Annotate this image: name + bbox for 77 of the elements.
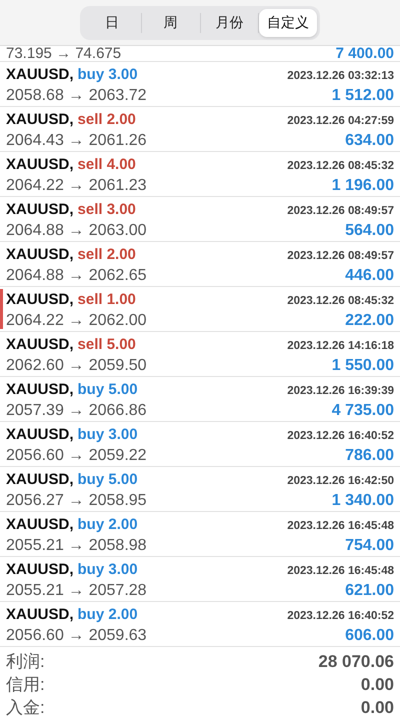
symbol: XAUUSD, bbox=[6, 65, 74, 85]
symbol: XAUUSD, bbox=[6, 155, 74, 175]
price-range: 2058.68 → 2063.72 bbox=[6, 86, 147, 106]
trade-volume: buy 3.00 bbox=[78, 65, 138, 85]
profit-value: 634.00 bbox=[345, 131, 394, 151]
symbol: XAUUSD, bbox=[6, 290, 74, 310]
trade-volume: buy 5.00 bbox=[78, 470, 138, 490]
trade-time: 2023.12.26 16:42:50 bbox=[287, 474, 394, 489]
trade-volume: buy 2.00 bbox=[78, 605, 138, 625]
trade-time: 2023.12.26 08:49:57 bbox=[287, 249, 394, 264]
summary-label: 利润: bbox=[6, 650, 45, 673]
profit-value: 754.00 bbox=[345, 536, 394, 556]
trade-volume: sell 2.00 bbox=[78, 110, 136, 130]
symbol: XAUUSD, bbox=[6, 245, 74, 265]
profit-value: 1 196.00 bbox=[332, 176, 394, 196]
profit-value: 446.00 bbox=[345, 266, 394, 286]
summary-value: 0.00 bbox=[360, 674, 394, 696]
symbol: XAUUSD, bbox=[6, 560, 74, 580]
trade-time: 2023.12.26 16:45:48 bbox=[287, 564, 394, 579]
trade-time: 2023.12.26 08:45:32 bbox=[287, 159, 394, 174]
trade-time: 2023.12.26 08:49:57 bbox=[287, 204, 394, 219]
profit-value: 606.00 bbox=[345, 626, 394, 646]
symbol: XAUUSD, bbox=[6, 110, 74, 130]
profit-value: 7 400.00 bbox=[336, 46, 394, 61]
profit-value: 1 512.00 bbox=[332, 86, 394, 106]
symbol: XAUUSD, bbox=[6, 380, 74, 400]
trade-time: 2023.12.26 14:16:18 bbox=[287, 339, 394, 354]
price-range: 2055.21 → 2057.28 bbox=[6, 581, 147, 601]
trade-volume: buy 3.00 bbox=[78, 425, 138, 445]
profit-value: 222.00 bbox=[345, 311, 394, 331]
summary-label: 信用: bbox=[6, 674, 45, 696]
price-range: 2064.88 → 2062.65 bbox=[6, 266, 147, 286]
symbol: XAUUSD, bbox=[6, 605, 74, 625]
trade-volume: sell 3.00 bbox=[78, 200, 136, 220]
period-tab[interactable]: 自定义 bbox=[259, 8, 317, 36]
price-range: 2064.22 → 2062.00 bbox=[6, 311, 147, 331]
trade-time: 2023.12.26 16:39:39 bbox=[287, 384, 394, 399]
price-range: 2064.22 → 2061.23 bbox=[6, 176, 147, 196]
profit-value: 621.00 bbox=[345, 581, 394, 601]
price-range: 2064.88 → 2063.00 bbox=[6, 221, 147, 241]
price-range: 73.195 → 74.675 bbox=[6, 46, 122, 61]
trade-time: 2023.12.26 03:32:13 bbox=[287, 69, 394, 84]
period-tab[interactable]: 周 bbox=[142, 8, 200, 36]
price-range: 2057.39 → 2066.86 bbox=[6, 401, 147, 421]
trade-volume: sell 4.00 bbox=[78, 155, 136, 175]
trade-volume: sell 2.00 bbox=[78, 245, 136, 265]
symbol: XAUUSD, bbox=[6, 470, 74, 490]
trade-volume: buy 3.00 bbox=[78, 560, 138, 580]
profit-value: 786.00 bbox=[345, 446, 394, 466]
symbol: XAUUSD, bbox=[6, 200, 74, 220]
trade-time: 2023.12.26 16:40:52 bbox=[287, 429, 394, 444]
profit-value: 1 550.00 bbox=[332, 356, 394, 376]
price-range: 2056.27 → 2058.95 bbox=[6, 491, 147, 511]
profit-value: 564.00 bbox=[345, 221, 394, 241]
trade-volume: buy 2.00 bbox=[78, 515, 138, 535]
symbol: XAUUSD, bbox=[6, 335, 74, 355]
trade-volume: buy 5.00 bbox=[78, 380, 138, 400]
trade-time: 2023.12.26 16:45:48 bbox=[287, 519, 394, 534]
profit-value: 1 340.00 bbox=[332, 491, 394, 511]
price-range: 2064.43 → 2061.26 bbox=[6, 131, 147, 151]
price-range: 2062.60 → 2059.50 bbox=[6, 356, 147, 376]
symbol: XAUUSD, bbox=[6, 425, 74, 445]
trade-time: 2023.12.26 04:27:59 bbox=[287, 114, 394, 129]
symbol: XAUUSD, bbox=[6, 515, 74, 535]
price-range: 2055.21 → 2058.98 bbox=[6, 536, 147, 556]
period-tab[interactable]: 日 bbox=[83, 8, 141, 36]
profit-value: 4 735.00 bbox=[332, 401, 394, 421]
trade-time: 2023.12.26 08:45:32 bbox=[287, 294, 394, 309]
period-tab[interactable]: 月份 bbox=[200, 8, 258, 36]
trade-volume: sell 5.00 bbox=[78, 335, 136, 355]
summary-value: 0.00 bbox=[360, 696, 394, 719]
trade-volume: sell 1.00 bbox=[78, 290, 136, 310]
summary-label: 入金: bbox=[6, 696, 45, 719]
price-range: 2056.60 → 2059.63 bbox=[6, 626, 147, 646]
summary-value: 28 070.06 bbox=[318, 650, 394, 673]
price-range: 2056.60 → 2059.22 bbox=[6, 446, 147, 466]
trade-time: 2023.12.26 16:40:52 bbox=[287, 609, 394, 624]
